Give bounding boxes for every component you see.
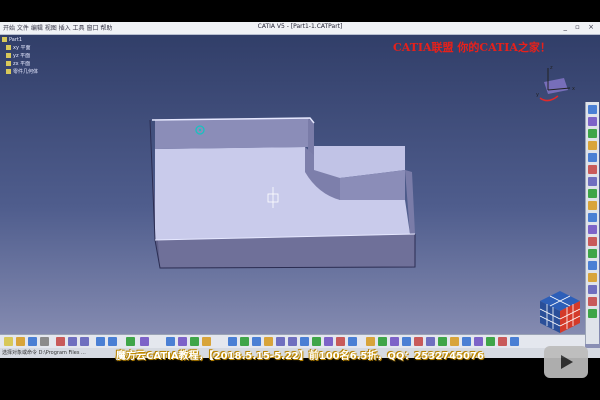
toolbar-tool-icon[interactable] — [588, 309, 597, 318]
compass-y-label: y — [536, 92, 539, 98]
iso-view-icon[interactable] — [312, 337, 321, 346]
measure-icon[interactable] — [190, 337, 199, 346]
cut-icon[interactable] — [56, 337, 65, 346]
part-back-wall — [155, 118, 308, 149]
shaft-icon[interactable] — [390, 337, 399, 346]
swap-space-icon[interactable] — [348, 337, 357, 346]
pattern-icon[interactable] — [474, 337, 483, 346]
toolbar-tool-icon[interactable] — [588, 237, 597, 246]
toolbar-tool-icon[interactable] — [588, 273, 597, 282]
toolbar-tool-icon[interactable] — [588, 153, 597, 162]
formula-icon[interactable] — [126, 337, 135, 346]
zoom-in-icon[interactable] — [276, 337, 285, 346]
new-file-icon[interactable] — [4, 337, 13, 346]
normal-view-icon[interactable] — [300, 337, 309, 346]
toolbar-tool-icon[interactable] — [588, 129, 597, 138]
toolbar-tool-icon[interactable] — [588, 201, 597, 210]
compass-widget[interactable]: z x y — [530, 60, 580, 108]
video-subtitle: 魔方云CATIA教程，【2018.5.15-5.22】前100名6.5折，QQ：… — [116, 351, 484, 362]
toolbar-tool-icon[interactable] — [588, 141, 597, 150]
view-icon[interactable] — [166, 337, 175, 346]
video-player: 开始 文件 编辑 视图 插入 工具 窗口 帮助 CATIA V5 - [Part… — [0, 0, 600, 400]
toolbar-tool-icon[interactable] — [588, 189, 597, 198]
fit-all-icon[interactable] — [240, 337, 249, 346]
knowledge-icon[interactable] — [140, 337, 149, 346]
undo-icon[interactable] — [96, 337, 105, 346]
mirror-icon[interactable] — [462, 337, 471, 346]
toolbar-tool-icon[interactable] — [588, 249, 597, 258]
compass-z-label: z — [550, 65, 553, 71]
play-button[interactable] — [544, 346, 588, 378]
zoom-out-icon[interactable] — [288, 337, 297, 346]
sketch-icon[interactable] — [178, 337, 187, 346]
toolbar-tool-icon[interactable] — [588, 225, 597, 234]
play-icon — [561, 355, 573, 369]
thickness-icon[interactable] — [498, 337, 507, 346]
boolean-icon[interactable] — [486, 337, 495, 346]
hide-show-icon[interactable] — [336, 337, 345, 346]
shading-icon[interactable] — [324, 337, 333, 346]
fillet-icon[interactable] — [414, 337, 423, 346]
chamfer-icon[interactable] — [426, 337, 435, 346]
paste-icon[interactable] — [80, 337, 89, 346]
print-icon[interactable] — [40, 337, 49, 346]
toolbar-tool-icon[interactable] — [588, 285, 597, 294]
pad-icon[interactable] — [366, 337, 375, 346]
right-toolbar — [585, 102, 599, 344]
split-icon[interactable] — [510, 337, 519, 346]
toolbar-tool-icon[interactable] — [588, 117, 597, 126]
apply-material-icon[interactable] — [202, 337, 211, 346]
toolbar-tool-icon[interactable] — [588, 177, 597, 186]
toolbar-tool-icon[interactable] — [588, 105, 597, 114]
compass-x-label: x — [572, 86, 575, 92]
draft-icon[interactable] — [450, 337, 459, 346]
open-file-icon[interactable] — [16, 337, 25, 346]
rubik-cube-logo — [539, 291, 581, 333]
toolbar-tool-icon[interactable] — [588, 261, 597, 270]
toolbar-tool-icon[interactable] — [588, 165, 597, 174]
rotate-icon[interactable] — [264, 337, 273, 346]
pocket-icon[interactable] — [378, 337, 387, 346]
fly-icon[interactable] — [228, 337, 237, 346]
save-icon[interactable] — [28, 337, 37, 346]
shell-icon[interactable] — [438, 337, 447, 346]
toolbar-tool-icon[interactable] — [588, 297, 597, 306]
part-3d-view[interactable] — [0, 22, 600, 358]
catia-window: 开始 文件 编辑 视图 插入 工具 窗口 帮助 CATIA V5 - [Part… — [0, 22, 600, 358]
toolbar-tool-icon[interactable] — [588, 213, 597, 222]
redo-icon[interactable] — [108, 337, 117, 346]
pan-icon[interactable] — [252, 337, 261, 346]
hole-icon[interactable] — [402, 337, 411, 346]
copy-icon[interactable] — [68, 337, 77, 346]
